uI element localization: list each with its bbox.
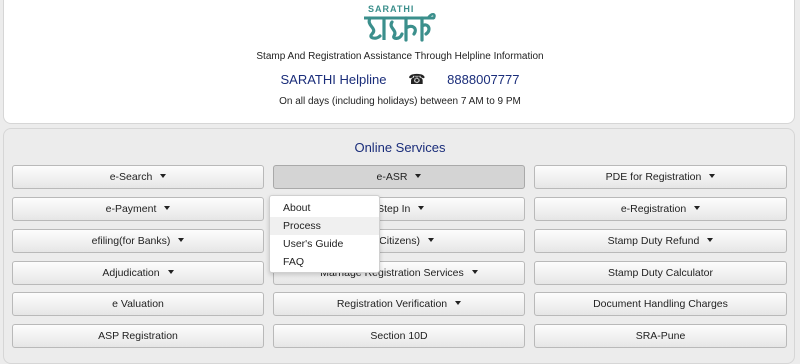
caret-down-icon (694, 206, 701, 211)
e-asr-dropdown-menu: About Process User's Guide FAQ (269, 195, 380, 273)
menu-item-process[interactable]: Process (270, 217, 379, 235)
caret-down-icon (164, 206, 171, 211)
services-title: Online Services (354, 140, 446, 155)
menu-item-faq[interactable]: FAQ (270, 253, 379, 271)
stamp-duty-refund-button[interactable]: Stamp Duty Refund (534, 229, 787, 253)
helpline-row: SARATHI Helpline ☎ 8888007777 (0, 71, 800, 88)
e-valuation-button[interactable]: e Valuation (12, 292, 264, 316)
caret-down-icon (471, 270, 478, 275)
sra-pune-button[interactable]: SRA-Pune (534, 324, 787, 348)
menu-item-about[interactable]: About (270, 199, 379, 217)
efiling-banks-button[interactable]: efiling(for Banks) (12, 229, 264, 253)
e-payment-button[interactable]: e-Payment (12, 197, 264, 221)
section-10d-button[interactable]: Section 10D (273, 324, 525, 348)
logo-devanagari-icon (364, 13, 436, 42)
sarathi-logo: SARATHI (362, 4, 437, 44)
phone-icon: ☎ (408, 71, 426, 88)
e-asr-button[interactable]: e-ASR (273, 165, 525, 189)
menu-item-users-guide[interactable]: User's Guide (270, 235, 379, 253)
e-registration-button[interactable]: e-Registration (534, 197, 787, 221)
caret-down-icon (160, 174, 167, 179)
caret-down-icon (415, 174, 422, 179)
pde-registration-button[interactable]: PDE for Registration (534, 165, 787, 189)
adjudication-button[interactable]: Adjudication (12, 261, 264, 285)
caret-down-icon (428, 238, 434, 243)
tagline: Stamp And Registration Assistance Throug… (256, 51, 544, 62)
caret-down-icon (167, 270, 174, 275)
phone-number: 8888007777 (447, 72, 520, 88)
asp-registration-button[interactable]: ASP Registration (12, 324, 264, 348)
registration-verification-button[interactable]: Registration Verification (273, 292, 525, 316)
service-hours: On all days (including holidays) between… (279, 96, 521, 107)
document-handling-charges-button[interactable]: Document Handling Charges (534, 292, 787, 316)
stamp-duty-calculator-button[interactable]: Stamp Duty Calculator (534, 261, 787, 285)
helpline-label: SARATHI Helpline (280, 72, 387, 88)
caret-down-icon (178, 238, 185, 243)
e-search-button[interactable]: e-Search (12, 165, 264, 189)
caret-down-icon (418, 206, 425, 211)
caret-down-icon (707, 238, 714, 243)
caret-down-icon (455, 301, 462, 306)
caret-down-icon (709, 174, 716, 179)
